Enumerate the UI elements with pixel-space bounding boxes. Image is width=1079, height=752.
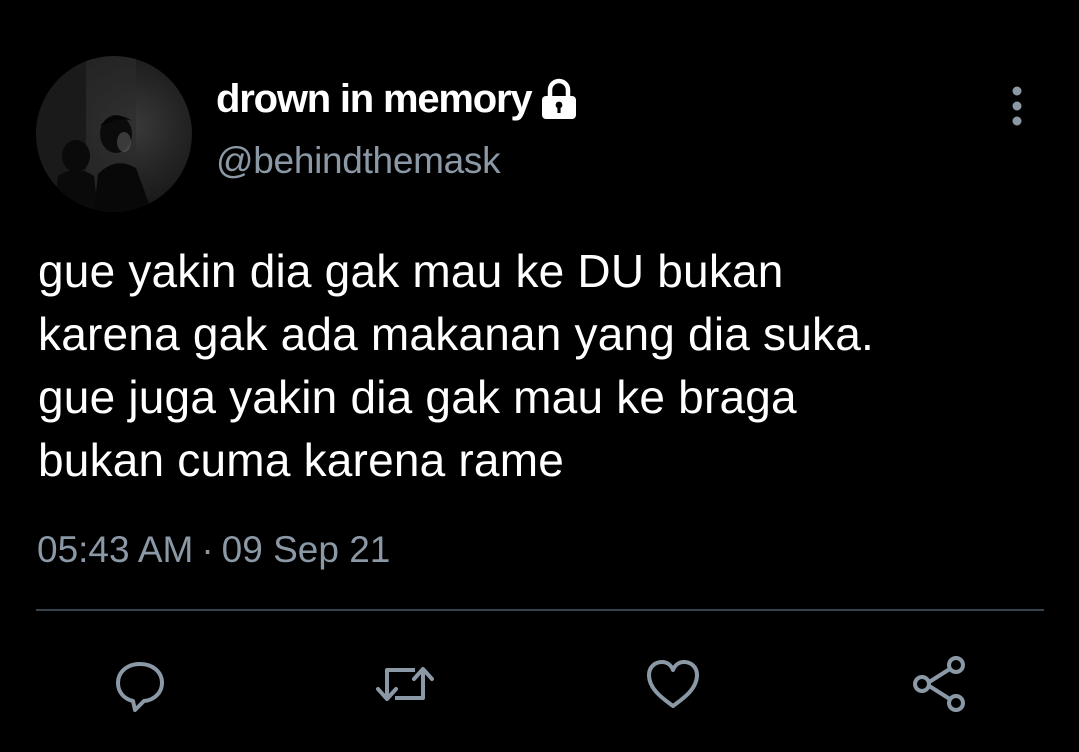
retweet-icon	[376, 667, 434, 701]
tweet-text: gue yakin dia gak mau ke DU bukan karena…	[38, 245, 874, 486]
user-handle[interactable]: @behindthemask	[216, 140, 501, 182]
share-button[interactable]	[907, 652, 971, 716]
share-icon	[913, 656, 965, 712]
display-name[interactable]: drown in memory	[216, 77, 533, 122]
more-options-button[interactable]	[1000, 84, 1034, 128]
divider	[36, 609, 1044, 611]
heart-icon	[647, 660, 699, 708]
avatar-photo	[36, 56, 152, 212]
tweet-time: 05:43 AM	[37, 529, 194, 570]
like-button[interactable]	[641, 652, 705, 716]
tweet-date: 09 Sep 21	[221, 529, 391, 570]
timestamp-separator: ·	[201, 529, 214, 570]
lock-icon	[542, 78, 577, 119]
more-vertical-icon	[1012, 86, 1022, 126]
reply-button[interactable]	[108, 652, 172, 716]
tweet-timestamp[interactable]: 05:43 AM · 09 Sep 21	[37, 529, 390, 571]
display-name-row[interactable]: drown in memory	[216, 74, 579, 124]
reply-icon	[116, 662, 164, 712]
retweet-button[interactable]	[373, 652, 437, 716]
avatar[interactable]	[36, 56, 192, 212]
